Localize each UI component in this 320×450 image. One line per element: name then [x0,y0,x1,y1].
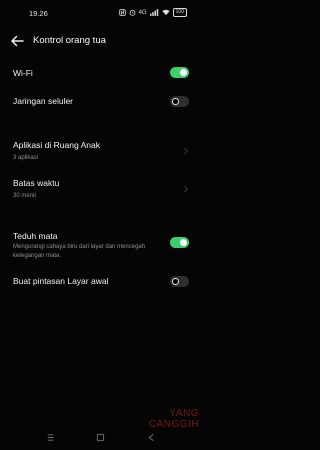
cellular-row[interactable]: Jaringan seluler [0,93,203,111]
shortcut-label: Buat pintasan Layar awal [13,276,109,286]
time-limit-label: Batas waktu [13,178,60,188]
shortcut-toggle[interactable] [170,276,189,287]
home-icon[interactable] [96,433,105,442]
toggle-knob [180,239,187,246]
time-limit-row[interactable]: Batas waktu 30 menit [0,175,203,205]
kids-apps-row[interactable]: Aplikasi di Ruang Anak 3 aplikasi [0,137,203,167]
eye-comfort-description: Mengurangi cahaya biru dari layar dan me… [13,244,146,259]
status-bar: 19.26 4G 100 [0,0,203,22]
nfc-icon [118,9,126,16]
eye-comfort-label: Teduh mata [13,231,58,241]
kids-apps-count: 3 aplikasi [13,155,39,161]
signal-icon [149,9,158,16]
navigation-bar [0,425,203,450]
chevron-right-icon [184,147,189,155]
network-type-label: 4G [138,9,147,16]
page-header: Kontrol orang tua [0,30,203,52]
wifi-icon [161,9,170,16]
toggle-knob [180,69,187,76]
wifi-label: Wi-Fi [13,68,33,78]
toggle-knob [172,98,179,105]
kids-apps-label: Aplikasi di Ruang Anak [13,140,100,150]
cellular-toggle[interactable] [170,96,189,107]
status-icons: 4G 100 [118,8,187,17]
back-arrow-icon[interactable] [8,32,26,50]
status-time: 19.26 [29,9,48,18]
eye-comfort-row[interactable]: Teduh mata Mengurangi cahaya biru dari l… [0,229,203,263]
wifi-toggle[interactable] [170,67,189,78]
watermark-line-1: YANG [169,408,199,419]
shortcut-row[interactable]: Buat pintasan Layar awal [0,273,203,291]
eye-comfort-toggle[interactable] [170,237,189,248]
time-limit-value: 30 menit [13,193,37,199]
battery-indicator: 100 [172,8,187,17]
recent-apps-icon[interactable] [46,433,55,442]
alarm-icon [129,9,136,16]
chevron-right-icon [184,185,189,193]
wifi-row[interactable]: Wi-Fi [0,64,203,82]
cellular-label: Jaringan seluler [13,96,74,106]
toggle-knob [172,278,179,285]
back-nav-icon[interactable] [147,433,156,442]
page-title: Kontrol orang tua [33,35,106,46]
